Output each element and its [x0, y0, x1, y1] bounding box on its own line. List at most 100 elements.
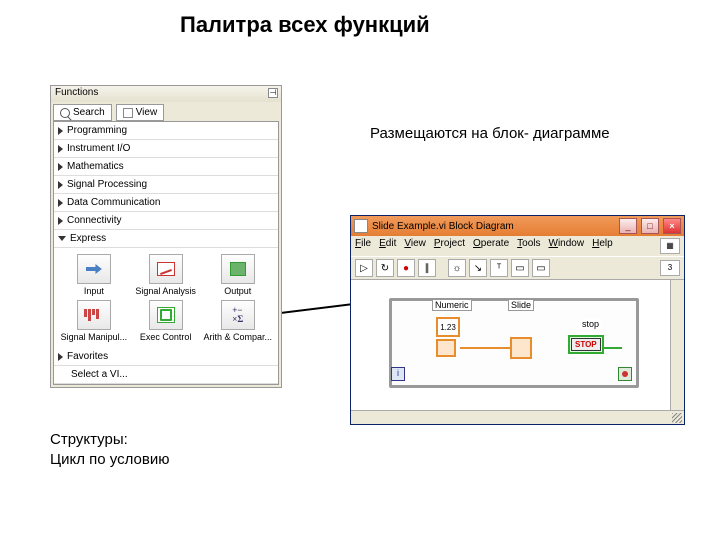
caption-structures-line1: Структуры: [50, 430, 169, 450]
titlebar[interactable]: Slide Example.vi Block Diagram _ □ × [351, 216, 684, 236]
resize-grip[interactable] [672, 413, 682, 423]
close-button[interactable]: × [663, 218, 681, 234]
pin-icon[interactable]: ⊣ [268, 88, 278, 98]
caption-placement: Размещаются на блок- диаграмме [370, 125, 610, 142]
caption-structures: Структуры: Цикл по условию [50, 430, 169, 469]
slide-label: Slide [508, 299, 534, 311]
cat-connectivity[interactable]: Connectivity [54, 212, 278, 230]
sub-output[interactable]: Output [203, 254, 272, 296]
distribute-button[interactable]: ▭ [532, 259, 550, 277]
cat-label: Connectivity [67, 215, 121, 226]
highlight-button[interactable]: ☼ [448, 259, 466, 277]
signal-analysis-icon [149, 254, 183, 284]
sub-arith-compar[interactable]: +−×ΣArith & Compar... [203, 300, 272, 342]
iteration-terminal[interactable]: i [391, 367, 405, 381]
numeric-terminal[interactable]: 1.23 [436, 317, 460, 337]
sub-output-label: Output [224, 286, 251, 296]
menu-help[interactable]: Help [592, 238, 613, 254]
font-button[interactable]: ᵀ [490, 259, 508, 277]
window-title-text: Slide Example.vi Block Diagram [372, 221, 615, 232]
arith-icon: +−×Σ [221, 300, 255, 330]
app-icon [354, 219, 368, 233]
block-diagram-window: Slide Example.vi Block Diagram _ □ × FFi… [350, 215, 685, 425]
tab-search-label: Search [73, 107, 105, 118]
sub-sig-analysis-label: Signal Analysis [135, 286, 196, 296]
vi-icon[interactable]: 3 [660, 260, 680, 276]
cat-label: Signal Processing [67, 179, 147, 190]
chevron-right-icon [58, 181, 63, 189]
output-icon [221, 254, 255, 284]
pause-button[interactable]: ∥ [418, 259, 436, 277]
sub-signal-manip[interactable]: Signal Manipul... [60, 300, 128, 342]
step-button[interactable]: ↘ [469, 259, 487, 277]
maximize-button[interactable]: □ [641, 218, 659, 234]
cat-label: Programming [67, 125, 127, 136]
cat-express[interactable]: Express [54, 230, 278, 248]
palette-title-text: Functions [55, 87, 98, 98]
wire-numeric-slide [460, 347, 512, 349]
diagram-canvas[interactable]: Numeric 1.23 Slide stop STOP i [351, 280, 684, 410]
cat-signal-processing[interactable]: Signal Processing [54, 176, 278, 194]
statusbar [351, 410, 684, 424]
chevron-right-icon [58, 353, 63, 361]
cat-label: Express [70, 233, 106, 244]
menu-edit[interactable]: Edit [379, 238, 396, 254]
palette-titlebar[interactable]: Functions ⊣ [51, 86, 281, 102]
tab-view[interactable]: View [116, 104, 165, 121]
numeric-control-icon[interactable] [436, 339, 456, 357]
chevron-right-icon [58, 217, 63, 225]
vertical-scrollbar[interactable] [670, 280, 684, 410]
menu-operate[interactable]: Operate [473, 238, 509, 254]
sub-sig-manip-label: Signal Manipul... [61, 332, 128, 342]
menu-file[interactable]: FFileile [355, 238, 371, 254]
chevron-right-icon [58, 145, 63, 153]
stop-label: stop [580, 319, 601, 329]
stop-button-node[interactable]: STOP [568, 335, 604, 354]
chevron-right-icon [58, 163, 63, 171]
cat-label: Data Communication [67, 197, 160, 208]
cat-label: Mathematics [67, 161, 124, 172]
functions-palette: Functions ⊣ Search View Programming Inst… [50, 85, 282, 388]
chevron-down-icon [58, 236, 66, 241]
context-help-icon[interactable]: ▦ [660, 238, 680, 254]
sub-input-label: Input [84, 286, 104, 296]
cat-favorites[interactable]: Favorites [54, 348, 278, 366]
menu-tools[interactable]: Tools [517, 238, 540, 254]
menubar: FFileile Edit View Project Operate Tools… [351, 236, 684, 256]
cat-instrument-io[interactable]: Instrument I/O [54, 140, 278, 158]
sub-input[interactable]: Input [60, 254, 128, 296]
cat-data-communication[interactable]: Data Communication [54, 194, 278, 212]
cat-mathematics[interactable]: Mathematics [54, 158, 278, 176]
view-icon [123, 108, 133, 118]
stop-button-text: STOP [571, 338, 601, 351]
input-icon [77, 254, 111, 284]
run-button[interactable]: ▷ [355, 259, 373, 277]
menu-project[interactable]: Project [434, 238, 465, 254]
cat-programming[interactable]: Programming [54, 122, 278, 140]
while-loop[interactable]: Numeric 1.23 Slide stop STOP i [389, 298, 639, 388]
tab-view-label: View [136, 107, 158, 118]
conditional-terminal[interactable] [618, 367, 632, 381]
align-button[interactable]: ▭ [511, 259, 529, 277]
wire-stop-cond [604, 347, 622, 349]
tab-search[interactable]: Search [53, 104, 112, 121]
palette-body: Programming Instrument I/O Mathematics S… [53, 121, 279, 385]
page-title: Палитра всех функций [180, 12, 430, 38]
exec-control-icon [149, 300, 183, 330]
menu-window[interactable]: Window [549, 238, 585, 254]
signal-manip-icon [77, 300, 111, 330]
slide-indicator-icon[interactable] [510, 337, 532, 359]
search-icon [60, 108, 70, 118]
toolbar: ▷ ↻ ● ∥ ☼ ↘ ᵀ ▭ ▭ 3 [351, 256, 684, 280]
abort-button[interactable]: ● [397, 259, 415, 277]
cat-label: Favorites [67, 351, 108, 362]
cat-label: Instrument I/O [67, 143, 130, 154]
sub-signal-analysis[interactable]: Signal Analysis [132, 254, 200, 296]
cat-select-vi[interactable]: Select a VI... [54, 366, 278, 384]
sub-exec-control[interactable]: Exec Control [132, 300, 200, 342]
menu-view[interactable]: View [404, 238, 426, 254]
run-continuous-button[interactable]: ↻ [376, 259, 394, 277]
cat-label: Select a VI... [71, 369, 128, 380]
minimize-button[interactable]: _ [619, 218, 637, 234]
numeric-label: Numeric [432, 299, 472, 311]
